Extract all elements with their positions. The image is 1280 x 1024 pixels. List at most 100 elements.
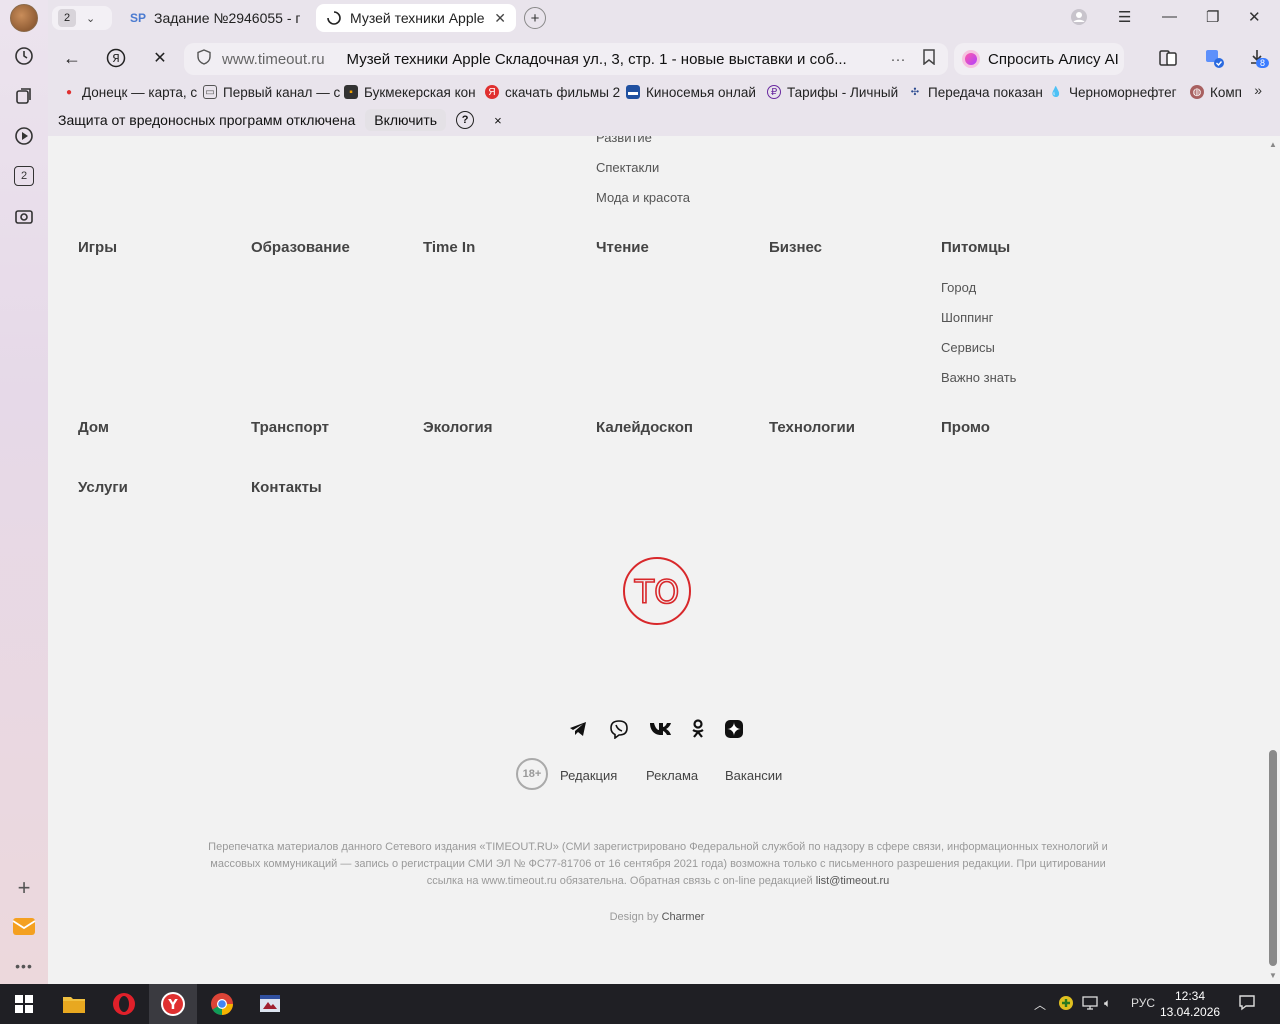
downloads-icon[interactable]: 8 (1248, 48, 1270, 71)
tab-task[interactable]: SP Задание №2946055 - про (120, 4, 310, 32)
tabs-counter-icon[interactable]: 2 (12, 164, 36, 188)
page-scrollbar[interactable]: ▲ ▼ (1266, 136, 1280, 984)
footer-category[interactable]: Образование (251, 239, 350, 256)
notifications-icon[interactable] (1238, 994, 1256, 1015)
yandex-icon: Я (485, 85, 499, 99)
profile-avatar[interactable] (10, 4, 38, 32)
file-explorer-icon[interactable] (50, 984, 98, 1024)
collections-icon[interactable] (12, 84, 36, 108)
bookmark-label: Черноморнефтег (1069, 84, 1177, 100)
footer-link[interactable]: Спектакли (596, 160, 659, 175)
scrollbar-thumb[interactable] (1269, 750, 1277, 966)
footer-category[interactable]: Time In (423, 239, 475, 256)
footer-link[interactable]: Мода и красота (596, 190, 690, 205)
more-options-icon[interactable]: ··· (891, 51, 906, 68)
vk-icon[interactable] (649, 718, 671, 740)
window-close-icon[interactable]: ✕ (1248, 8, 1261, 26)
opera-icon[interactable] (100, 984, 148, 1024)
footer-category[interactable]: Игры (78, 239, 117, 256)
help-icon[interactable]: ? (456, 111, 475, 129)
more-icon[interactable]: ••• (12, 954, 36, 978)
scroll-down-icon[interactable]: ▼ (1269, 971, 1277, 980)
bookmark-item[interactable]: ▬ Киносемья онлай (626, 85, 767, 100)
footer-link[interactable]: Важно знать (941, 370, 1016, 385)
tab-apple-museum[interactable]: Музей техники Apple С ✕ (316, 4, 516, 32)
reader-icon[interactable] (1158, 48, 1178, 73)
designer-link[interactable]: Charmer (662, 911, 705, 923)
tray-app-icon[interactable] (1058, 995, 1074, 1014)
bookmark-item[interactable]: ◍ Комп (1190, 85, 1250, 100)
tray-expand-icon[interactable]: ︿ (1034, 996, 1046, 1013)
tab-title: Задание №2946055 - про (154, 10, 300, 26)
bookmark-item[interactable]: ₽ Тарифы - Личный (767, 85, 908, 100)
footer-link[interactable]: Развитие (596, 136, 652, 145)
alice-icon (962, 50, 980, 68)
footer-category[interactable]: Транспорт (251, 419, 329, 436)
bookmark-item[interactable]: 💧 Черноморнефтег (1049, 85, 1190, 100)
feedback-email-link[interactable]: list@timeout.ru (816, 875, 890, 887)
footer-category[interactable]: Питомцы (941, 239, 1010, 256)
close-icon[interactable]: × (494, 113, 502, 128)
video-icon[interactable] (12, 124, 36, 148)
chrome-icon[interactable] (198, 984, 246, 1024)
add-panel-icon[interactable]: + (12, 875, 36, 900)
viber-icon[interactable] (608, 718, 630, 740)
footer-category[interactable]: Дом (78, 419, 109, 436)
footer-category[interactable]: Технологии (769, 419, 855, 436)
history-icon[interactable] (12, 44, 36, 68)
bookmark-icon[interactable] (922, 49, 936, 69)
scroll-up-icon[interactable]: ▲ (1269, 140, 1277, 149)
menu-icon[interactable]: ☰ (1118, 8, 1131, 26)
footer-category[interactable]: Услуги (78, 479, 128, 496)
restore-icon[interactable]: ❐ (1206, 8, 1219, 26)
bookmark-item[interactable]: ▪ Букмекерская кон (344, 85, 485, 100)
network-icon[interactable] (1082, 996, 1098, 1013)
footer-category[interactable]: Калейдоскоп (596, 419, 693, 436)
account-icon[interactable] (1070, 8, 1088, 30)
bookmarks-more-icon[interactable]: » (1254, 82, 1262, 98)
minimize-icon[interactable]: — (1162, 8, 1177, 25)
enable-protection-button[interactable]: Включить (365, 109, 447, 131)
footer-link[interactable]: Сервисы (941, 340, 995, 355)
stop-loading-button[interactable]: ✕ (148, 46, 172, 70)
extension-icon[interactable] (1204, 48, 1226, 75)
screenshot-icon[interactable] (12, 204, 36, 228)
new-tab-button[interactable]: + (524, 7, 546, 29)
dzen-icon[interactable] (723, 718, 745, 740)
telegram-icon[interactable] (567, 718, 589, 740)
ask-alice-button[interactable]: Спросить Алису AI (954, 43, 1124, 75)
windows-start-icon[interactable] (0, 984, 48, 1024)
footer-link-editorial[interactable]: Редакция (560, 768, 617, 783)
bookmark-item[interactable]: ▭ Первый канал — с (203, 85, 344, 100)
tab-count: 2 (58, 9, 76, 27)
app-icon[interactable] (246, 984, 294, 1024)
yandex-home-icon[interactable]: Я (104, 46, 128, 70)
footer-category[interactable]: Промо (941, 419, 990, 436)
tab-group-switcher[interactable]: 2 ⌄ (52, 6, 112, 30)
footer-link[interactable]: Город (941, 280, 976, 295)
footer-category[interactable]: Бизнес (769, 239, 822, 256)
legal-notice: Перепечатка материалов данного Сетевого … (198, 839, 1118, 890)
back-button[interactable]: ← (60, 46, 84, 70)
close-icon[interactable]: ✕ (494, 10, 506, 27)
volume-icon[interactable]: 🔈︎ (1104, 996, 1111, 1011)
yandex-browser-icon[interactable]: Y (149, 984, 197, 1024)
bookmark-item[interactable]: ● Донецк — карта, с (62, 85, 203, 100)
loading-spinner-icon (326, 10, 342, 26)
footer-category[interactable]: Чтение (596, 239, 649, 256)
system-clock[interactable]: 12:34 13.04.2026 (1160, 988, 1220, 1020)
bookmark-item[interactable]: Яскачать фильмы 2 (485, 85, 626, 100)
footer-link[interactable]: Шоппинг (941, 310, 993, 325)
map-pin-icon: ● (65, 86, 73, 98)
input-language[interactable]: РУС (1131, 996, 1155, 1010)
footer-link-vacancies[interactable]: Вакансии (725, 768, 782, 783)
footer-category[interactable]: Контакты (251, 479, 322, 496)
address-bar[interactable]: www.timeout.ru Музей техники Apple Склад… (184, 43, 948, 75)
odnoklassniki-icon[interactable] (687, 718, 709, 740)
bookmark-item[interactable]: ✣ Передача показан (908, 85, 1049, 100)
footer-link-ads[interactable]: Реклама (646, 768, 698, 783)
site-info-icon[interactable] (196, 49, 212, 69)
mail-icon[interactable] (12, 914, 36, 938)
timeout-logo[interactable]: TO (622, 556, 692, 626)
footer-category[interactable]: Экология (423, 419, 493, 436)
